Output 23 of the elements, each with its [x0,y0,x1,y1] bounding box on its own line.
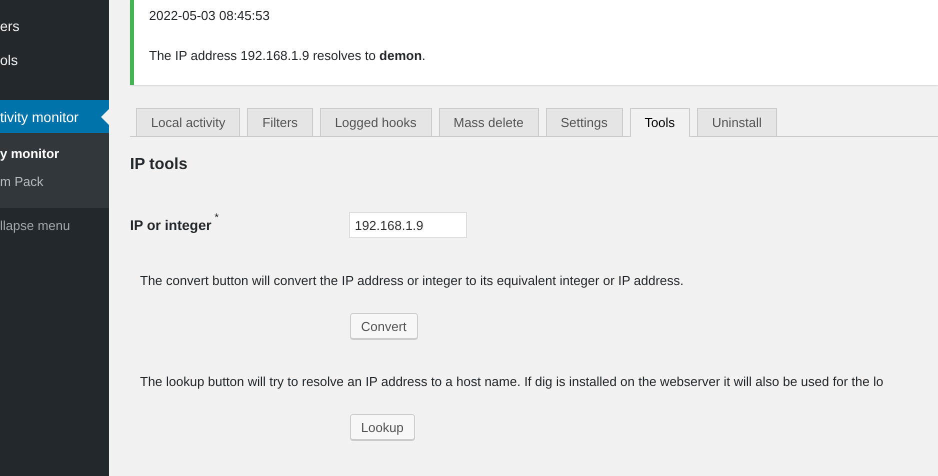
submenu-item[interactable]: m Pack [0,168,109,196]
ip-input-field[interactable]: 192.168.1.9 [348,212,467,238]
tab[interactable]: Uninstall [696,108,777,136]
collapse-menu-link[interactable]: llapse menu [0,218,109,233]
notice-message: The IP address 192.168.1.9 resolves to demon. [149,47,427,64]
menu-item[interactable]: ols [0,50,109,84]
submenu-item[interactable]: y monitor [0,140,109,168]
required-mark: * [214,212,219,224]
description-text: The lookup button will try to resolve an IP address to a host name. If dig is installed on the webserver it will also be used for the lo [140,374,884,390]
action-button[interactable]: Convert [350,313,418,339]
notice-timestamp: 2022-05-03 08:45:53 [149,7,271,24]
tab[interactable]: Logged hooks [320,108,432,136]
tab[interactable]: Tools [630,108,690,137]
action-button[interactable]: Lookup [350,414,415,440]
section-heading: IP tools [130,155,188,175]
tab[interactable]: Filters [247,108,313,136]
menu-item[interactable]: ers [0,16,109,50]
menu-item[interactable]: tivity monitor [0,100,109,133]
tab[interactable]: Local activity [136,108,240,136]
description-text: The convert button will convert the IP address or integer to its equivalent integer or IP address. [140,273,685,289]
tab[interactable]: Mass delete [438,108,539,136]
tab[interactable]: Settings [546,108,623,136]
field-label: IP or integer [130,217,212,233]
